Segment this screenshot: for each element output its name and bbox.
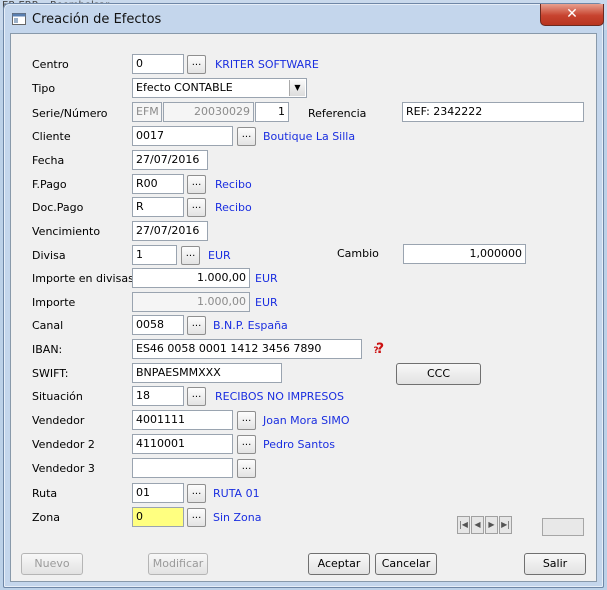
- label-centro: Centro: [32, 58, 69, 71]
- label-tipo: Tipo: [32, 82, 56, 95]
- centro-description: KRITER SOFTWARE: [215, 58, 319, 71]
- vendedor2-field[interactable]: 4110001: [132, 434, 233, 454]
- divisa-lookup-button[interactable]: ...: [181, 246, 200, 265]
- label-referencia: Referencia: [308, 107, 367, 120]
- importe-divisas-field[interactable]: 1.000,00: [132, 268, 250, 288]
- centro-field[interactable]: 0: [132, 54, 184, 74]
- label-situacion: Situación: [32, 390, 83, 403]
- docpago-lookup-button[interactable]: ...: [187, 198, 206, 217]
- last-record-icon[interactable]: ▶|: [499, 516, 512, 534]
- docpago-description: Recibo: [215, 201, 252, 214]
- title-bar[interactable]: Creación de Efectos ✕: [4, 4, 604, 34]
- fpago-description: Recibo: [215, 178, 252, 191]
- cambio-field[interactable]: 1,000000: [403, 244, 526, 264]
- ruta-lookup-button[interactable]: ...: [187, 484, 206, 503]
- label-vendedor: Vendedor: [32, 414, 85, 427]
- canal-description: B.N.P. España: [213, 319, 288, 332]
- ccc-button[interactable]: CCC: [396, 363, 481, 385]
- next-record-icon[interactable]: ▶: [485, 516, 498, 534]
- label-canal: Canal: [32, 319, 64, 332]
- chevron-down-icon[interactable]: ▼: [289, 80, 305, 96]
- cliente-description: Boutique La Silla: [263, 130, 356, 143]
- canal-field[interactable]: 0058: [132, 315, 184, 335]
- aceptar-button[interactable]: Aceptar: [308, 553, 370, 575]
- window-title: Creación de Efectos: [32, 12, 162, 27]
- fecha-field[interactable]: 27/07/2016: [132, 150, 208, 170]
- tipo-selected-value: Efecto CONTABLE: [136, 81, 233, 94]
- help-question-icon[interactable]: ? ?: [372, 340, 388, 356]
- modificar-button[interactable]: Modificar: [148, 553, 208, 575]
- ruta-field[interactable]: 01: [132, 483, 184, 503]
- nuevo-button[interactable]: Nuevo: [21, 553, 83, 575]
- iban-field[interactable]: ES46 0058 0001 1412 3456 7890: [132, 339, 362, 359]
- cancelar-button[interactable]: Cancelar: [375, 553, 437, 575]
- vendedor2-description: Pedro Santos: [263, 438, 335, 451]
- vendedor-field[interactable]: 4001111: [132, 410, 233, 430]
- zona-lookup-button[interactable]: ...: [187, 508, 206, 527]
- record-indicator: [542, 518, 584, 536]
- centro-lookup-button[interactable]: ...: [187, 55, 206, 74]
- first-record-icon[interactable]: |◀: [457, 516, 470, 534]
- vendedor3-field[interactable]: [132, 458, 233, 478]
- cliente-lookup-button[interactable]: ...: [237, 127, 256, 146]
- fpago-lookup-button[interactable]: ...: [187, 175, 206, 194]
- referencia-field[interactable]: REF: 2342222: [402, 102, 584, 122]
- label-cliente: Cliente: [32, 130, 71, 143]
- zona-field[interactable]: 0: [132, 507, 184, 527]
- label-importe: Importe: [32, 296, 76, 309]
- vendedor3-lookup-button[interactable]: ...: [237, 459, 256, 478]
- label-docpago: Doc.Pago: [32, 201, 84, 214]
- label-ruta: Ruta: [32, 487, 58, 500]
- label-iban: IBAN:: [32, 343, 63, 356]
- label-cambio: Cambio: [337, 247, 379, 260]
- vencimiento-field[interactable]: 27/07/2016: [132, 221, 208, 241]
- dialog-window: Creación de Efectos ✕ Centro 0 ... KRITE…: [3, 3, 604, 588]
- tipo-select[interactable]: Efecto CONTABLE ▼: [132, 78, 307, 98]
- label-importe-divisas: Importe en divisas: [32, 272, 134, 285]
- label-fpago: F.Pago: [32, 178, 67, 191]
- divisa-field[interactable]: 1: [132, 245, 177, 265]
- ruta-description: RUTA 01: [213, 487, 260, 500]
- record-navigator: |◀ ◀ ▶ ▶|: [457, 516, 513, 534]
- label-vendedor3: Vendedor 3: [32, 462, 95, 475]
- importe-divisas-currency: EUR: [255, 272, 278, 285]
- cliente-field[interactable]: 0017: [132, 126, 233, 146]
- label-fecha: Fecha: [32, 154, 65, 167]
- fpago-field[interactable]: R00: [132, 174, 184, 194]
- zona-description: Sin Zona: [213, 511, 262, 524]
- label-zona: Zona: [32, 511, 60, 524]
- salir-button[interactable]: Salir: [524, 553, 586, 575]
- close-button[interactable]: ✕: [540, 4, 604, 26]
- importe-field: 1.000,00: [132, 292, 250, 312]
- situacion-lookup-button[interactable]: ...: [187, 387, 206, 406]
- svg-text:?: ?: [373, 346, 378, 356]
- form-area: Centro 0 ... KRITER SOFTWARE Tipo Efecto…: [10, 33, 597, 582]
- numero-field: 20030029: [163, 102, 254, 122]
- divisa-description: EUR: [208, 249, 231, 262]
- importe-currency: EUR: [255, 296, 278, 309]
- label-swift: SWIFT:: [32, 367, 69, 380]
- swift-field[interactable]: BNPAESMMXXX: [132, 363, 282, 383]
- canal-lookup-button[interactable]: ...: [187, 316, 206, 335]
- previous-record-icon[interactable]: ◀: [471, 516, 484, 534]
- vendedor-lookup-button[interactable]: ...: [237, 411, 256, 430]
- label-vencimiento: Vencimiento: [32, 225, 101, 238]
- serie-field: EFM: [132, 102, 162, 122]
- label-vendedor2: Vendedor 2: [32, 438, 95, 451]
- app-window-icon: [12, 13, 26, 25]
- label-serie: Serie/Número: [32, 107, 108, 120]
- vendedor-description: Joan Mora SIMO: [263, 414, 350, 427]
- docpago-field[interactable]: R: [132, 197, 184, 217]
- situacion-description: RECIBOS NO IMPRESOS: [215, 390, 344, 403]
- vendedor2-lookup-button[interactable]: ...: [237, 435, 256, 454]
- label-divisa: Divisa: [32, 249, 66, 262]
- numero-suffix-field[interactable]: 1: [255, 102, 289, 122]
- situacion-field[interactable]: 18: [132, 386, 184, 406]
